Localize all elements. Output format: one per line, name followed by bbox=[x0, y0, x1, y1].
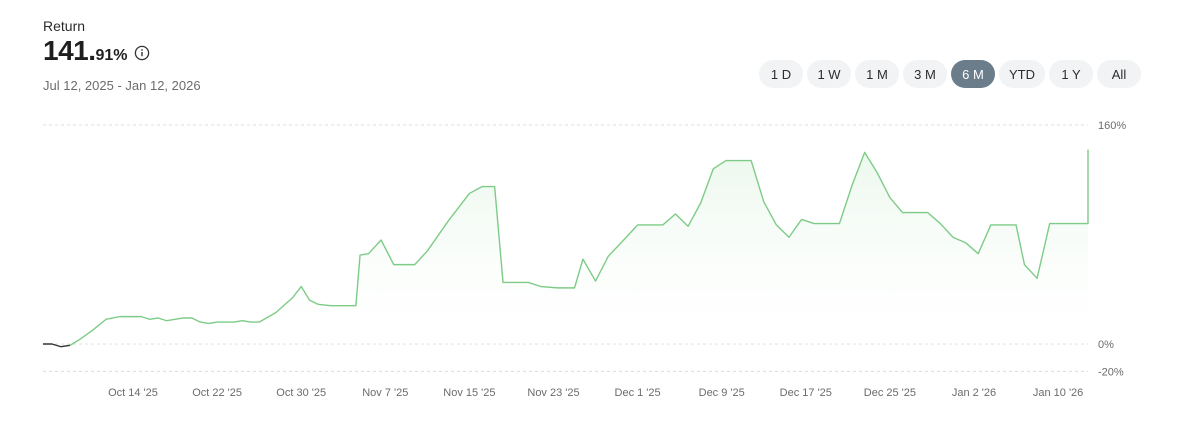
header: Return 141.91% Jul 12, 2025 - Jan 12, 20… bbox=[43, 16, 201, 95]
info-icon[interactable] bbox=[134, 42, 150, 61]
tab-1w[interactable]: 1 W bbox=[807, 60, 851, 88]
x-tick-label: Oct 14 '25 bbox=[108, 387, 158, 399]
x-tick-label: Oct 30 '25 bbox=[276, 387, 326, 399]
period-tabs: 1 D 1 W 1 M 3 M 6 M YTD 1 Y All bbox=[759, 60, 1141, 88]
area-layer bbox=[70, 149, 1088, 346]
metric-value-row: 141.91% bbox=[43, 36, 201, 71]
return-card: 160% 0% -20% Oct 14 '25 Oct 22 '25 Oct 30 '2… bbox=[0, 0, 1200, 422]
x-tick-label: Dec 25 '25 bbox=[864, 387, 916, 399]
x-tick-label: Dec 1 '25 bbox=[615, 387, 661, 399]
tab-1y[interactable]: 1 Y bbox=[1049, 60, 1093, 88]
tab-all[interactable]: All bbox=[1097, 60, 1141, 88]
x-tick-label: Dec 17 '25 bbox=[780, 387, 832, 399]
date-range: Jul 12, 2025 - Jan 12, 2026 bbox=[43, 78, 201, 93]
tab-ytd[interactable]: YTD bbox=[999, 60, 1045, 88]
x-tick-label: Nov 7 '25 bbox=[362, 387, 408, 399]
metric-value: 141.91% bbox=[43, 36, 128, 71]
x-tick-label: Oct 22 '25 bbox=[192, 387, 242, 399]
metric-value-whole: 141. bbox=[43, 35, 96, 66]
x-tick-label: Jan 10 '26 bbox=[1033, 387, 1083, 399]
tab-3m[interactable]: 3 M bbox=[903, 60, 947, 88]
x-tick-label: Nov 15 '25 bbox=[443, 387, 495, 399]
return-area bbox=[70, 149, 1088, 346]
x-tick-label: Dec 9 '25 bbox=[699, 387, 745, 399]
x-tick-layer: Oct 14 '25 Oct 22 '25 Oct 30 '25 Nov 7 '25 N… bbox=[108, 387, 1083, 399]
x-tick-label: Jan 2 '26 bbox=[952, 387, 996, 399]
metric-label: Return bbox=[43, 18, 86, 34]
tab-6m[interactable]: 6 M bbox=[951, 60, 995, 88]
tab-1d[interactable]: 1 D bbox=[759, 60, 803, 88]
y-tick-layer: 160% 0% -20% bbox=[1098, 120, 1126, 378]
x-tick-label: Nov 23 '25 bbox=[527, 387, 579, 399]
metric-value-decimals: 91% bbox=[95, 47, 128, 64]
tab-1m[interactable]: 1 M bbox=[855, 60, 899, 88]
y-tick-label: 160% bbox=[1098, 120, 1126, 132]
y-tick-label: -20% bbox=[1098, 366, 1124, 378]
y-tick-label: 0% bbox=[1098, 339, 1114, 351]
